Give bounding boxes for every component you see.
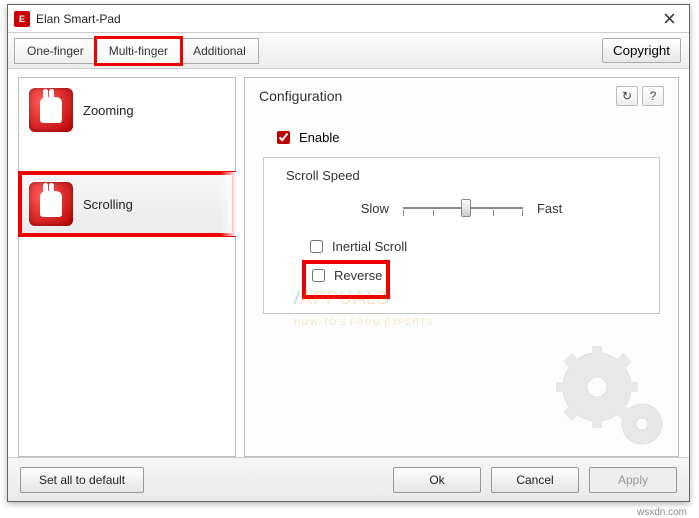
inertial-label: Inertial Scroll	[332, 239, 407, 254]
sidebar-item-label: Zooming	[83, 103, 134, 118]
tab-additional[interactable]: Additional	[180, 38, 259, 64]
inertial-row[interactable]: Inertial Scroll	[306, 237, 647, 256]
footer: Set all to default Ok Cancel Apply	[8, 457, 689, 501]
close-button[interactable]	[649, 5, 689, 32]
enable-row[interactable]: Enable	[273, 128, 664, 147]
enable-label: Enable	[299, 130, 339, 145]
reverse-highlight: Reverse	[306, 264, 386, 295]
scrolling-thumb-icon	[29, 182, 73, 226]
main-area: Zooming Scrolling Configuration ↻ ?	[18, 77, 679, 457]
config-panel: Configuration ↻ ? Enable Scroll Speed S	[244, 77, 679, 457]
source-credit: wsxdn.com	[637, 507, 687, 518]
enable-checkbox[interactable]	[277, 131, 290, 144]
default-button[interactable]: Set all to default	[20, 467, 144, 493]
reverse-checkbox[interactable]	[312, 269, 325, 282]
copyright-button[interactable]: Copyright	[602, 38, 681, 63]
window-title: Elan Smart-Pad	[36, 12, 121, 26]
tab-one-finger[interactable]: One-finger	[14, 38, 97, 64]
cancel-button[interactable]: Cancel	[491, 467, 579, 493]
group-title: Scroll Speed	[282, 168, 653, 183]
refresh-icon: ↻	[622, 89, 632, 103]
tab-multi-finger[interactable]: Multi-finger	[96, 38, 181, 64]
sidebar-item-label: Scrolling	[83, 197, 133, 212]
titlebar: E Elan Smart-Pad	[8, 5, 689, 33]
app-icon: E	[14, 11, 30, 27]
inertial-checkbox[interactable]	[310, 240, 323, 253]
zooming-thumb-icon	[29, 88, 73, 132]
gears-decoration-icon	[542, 342, 672, 452]
refresh-button[interactable]: ↻	[616, 86, 638, 106]
scroll-speed-group: Scroll Speed Slow Fast	[263, 157, 660, 314]
slider-thumb[interactable]	[461, 199, 471, 217]
close-icon	[664, 13, 675, 24]
ok-button[interactable]: Ok	[393, 467, 481, 493]
window: E Elan Smart-Pad One-finger Multi-finger…	[7, 4, 690, 502]
help-icon: ?	[650, 89, 657, 103]
apply-button[interactable]: Apply	[589, 467, 677, 493]
help-button[interactable]: ?	[642, 86, 664, 106]
sidebar-item-scrolling[interactable]: Scrolling	[19, 172, 235, 236]
config-title: Configuration	[259, 88, 342, 104]
reverse-row[interactable]: Reverse	[308, 266, 382, 285]
reverse-label: Reverse	[334, 268, 382, 283]
sidebar-item-zooming[interactable]: Zooming	[19, 78, 235, 142]
tab-strip: One-finger Multi-finger Additional Copyr…	[8, 33, 689, 69]
slow-label: Slow	[361, 201, 389, 216]
side-panel: Zooming Scrolling	[18, 77, 236, 457]
fast-label: Fast	[537, 201, 562, 216]
speed-slider[interactable]	[403, 197, 523, 219]
